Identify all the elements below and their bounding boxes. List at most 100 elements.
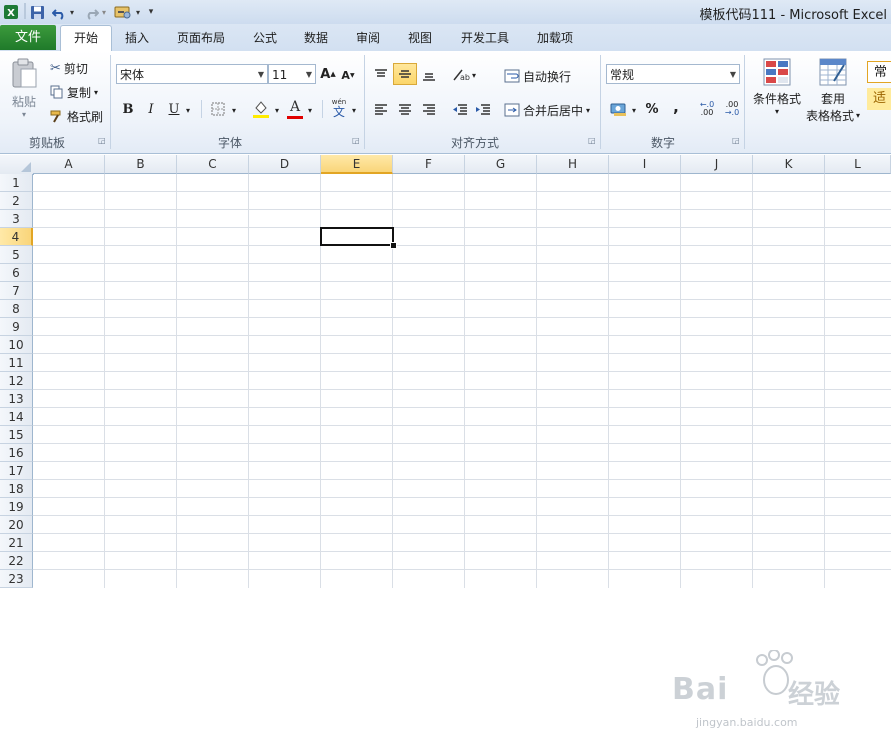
shrink-font-icon[interactable]: A ▼	[340, 66, 356, 84]
decrease-decimal-button[interactable]: .00 →.0	[721, 99, 743, 119]
excel-logo-icon[interactable]: X	[2, 3, 20, 21]
redo-icon[interactable]	[82, 3, 100, 21]
row-header-20[interactable]: 20	[0, 516, 33, 534]
number-format-dropdown-icon[interactable]: ▼	[730, 65, 736, 85]
italic-button[interactable]: I	[143, 100, 159, 118]
tab-view[interactable]: 视图	[398, 26, 442, 50]
font-name-dropdown-icon[interactable]: ▼	[258, 65, 264, 85]
column-header-i[interactable]: I	[609, 155, 681, 174]
font-color-button[interactable]: A	[286, 98, 304, 120]
row-header-21[interactable]: 21	[0, 534, 33, 552]
tab-page-layout[interactable]: 页面布局	[166, 26, 236, 50]
alignment-launcher-icon[interactable]: ◲	[588, 136, 597, 145]
phonetic-button[interactable]: wén 文	[328, 97, 350, 119]
fill-handle[interactable]	[390, 242, 397, 249]
tab-insert[interactable]: 插入	[114, 26, 160, 50]
number-launcher-icon[interactable]: ◲	[732, 136, 741, 145]
bold-button[interactable]: B	[120, 100, 136, 118]
align-center-icon[interactable]	[395, 100, 415, 120]
customize-qa-icon[interactable]: ▾	[146, 3, 156, 21]
row-header-16[interactable]: 16	[0, 444, 33, 462]
borders-dropdown-icon[interactable]: ▾	[229, 102, 239, 118]
font-launcher-icon[interactable]: ◲	[352, 136, 361, 145]
tab-addins[interactable]: 加载项	[528, 26, 582, 50]
align-top-icon[interactable]	[371, 65, 391, 85]
active-cell-e4[interactable]	[320, 227, 394, 246]
orientation-icon[interactable]: ab	[450, 65, 472, 85]
row-header-11[interactable]: 11	[0, 354, 33, 372]
column-header-d[interactable]: D	[249, 155, 321, 174]
row-header-1[interactable]: 1	[0, 174, 33, 192]
increase-decimal-button[interactable]: ←.0 .00	[696, 99, 718, 119]
align-right-icon[interactable]	[419, 100, 439, 120]
undo-dropdown-icon[interactable]: ▾	[68, 3, 76, 21]
copy-button[interactable]: 复制 ▾	[50, 83, 98, 101]
column-header-e[interactable]: E	[321, 155, 393, 174]
cut-button[interactable]: ✂ 剪切	[50, 59, 88, 77]
number-format-combo[interactable]: 常规 ▼	[606, 64, 740, 84]
row-header-23[interactable]: 23	[0, 570, 33, 588]
accounting-dropdown-icon[interactable]: ▾	[629, 102, 639, 118]
conditional-format-button[interactable]: 条件格式 ▾	[750, 57, 804, 127]
paste-button[interactable]: 粘贴 ▾	[6, 57, 42, 119]
clipboard-launcher-icon[interactable]: ◲	[98, 136, 107, 145]
wrap-text-button[interactable]: 自动换行	[504, 66, 571, 86]
tab-file[interactable]: 文件	[0, 25, 56, 50]
worksheet-grid[interactable]: A B C D E F G H I J K L 1 2 3 4 5 6 7 8 …	[0, 155, 891, 729]
column-header-c[interactable]: C	[177, 155, 249, 174]
select-all-corner[interactable]	[0, 155, 34, 175]
row-header-19[interactable]: 19	[0, 498, 33, 516]
row-header-7[interactable]: 7	[0, 282, 33, 300]
fill-color-icon[interactable]	[250, 98, 272, 120]
merge-dropdown-icon[interactable]: ▾	[586, 106, 590, 115]
font-name-combo[interactable]: 宋体 ▼	[116, 64, 268, 84]
format-as-table-button[interactable]: 套用 表格格式 ▾	[802, 57, 864, 127]
row-header-8[interactable]: 8	[0, 300, 33, 318]
decrease-indent-icon[interactable]	[450, 100, 470, 120]
column-header-g[interactable]: G	[465, 155, 537, 174]
row-header-2[interactable]: 2	[0, 192, 33, 210]
phonetic-dropdown-icon[interactable]: ▾	[349, 102, 359, 118]
row-header-12[interactable]: 12	[0, 372, 33, 390]
grow-font-icon[interactable]: A ▲	[320, 64, 336, 84]
align-bottom-icon[interactable]	[419, 65, 439, 85]
tab-data[interactable]: 数据	[294, 26, 338, 50]
column-header-b[interactable]: B	[105, 155, 177, 174]
tab-review[interactable]: 审阅	[346, 26, 390, 50]
save-icon[interactable]	[28, 3, 46, 21]
column-header-h[interactable]: H	[537, 155, 609, 174]
align-left-icon[interactable]	[371, 100, 391, 120]
font-color-dropdown-icon[interactable]: ▾	[305, 102, 315, 118]
column-header-l[interactable]: L	[825, 155, 891, 174]
percent-button[interactable]: %	[642, 99, 662, 119]
column-header-a[interactable]: A	[33, 155, 105, 174]
accounting-format-icon[interactable]	[608, 99, 630, 119]
comma-button[interactable]: ,	[666, 97, 686, 117]
tab-home[interactable]: 开始	[60, 25, 112, 51]
underline-button[interactable]: U	[166, 100, 182, 118]
underline-dropdown-icon[interactable]: ▾	[183, 102, 193, 118]
row-header-5[interactable]: 5	[0, 246, 33, 264]
borders-icon[interactable]	[208, 100, 228, 118]
format-painter-button[interactable]: 格式刷	[50, 107, 103, 125]
column-header-k[interactable]: K	[753, 155, 825, 174]
custom-tools-icon[interactable]	[112, 3, 134, 21]
cell-style-normal[interactable]: 常	[867, 61, 891, 83]
font-size-combo[interactable]: 11 ▼	[268, 64, 316, 84]
undo-icon[interactable]	[50, 3, 68, 21]
row-header-15[interactable]: 15	[0, 426, 33, 444]
row-header-10[interactable]: 10	[0, 336, 33, 354]
align-middle-icon[interactable]	[393, 63, 417, 85]
tab-formulas[interactable]: 公式	[243, 26, 287, 50]
row-header-4[interactable]: 4	[0, 228, 33, 246]
row-header-18[interactable]: 18	[0, 480, 33, 498]
column-header-f[interactable]: F	[393, 155, 465, 174]
fill-color-dropdown-icon[interactable]: ▾	[272, 102, 282, 118]
redo-dropdown-icon[interactable]: ▾	[100, 3, 108, 21]
row-header-3[interactable]: 3	[0, 210, 33, 228]
orientation-dropdown-icon[interactable]: ▾	[470, 68, 478, 82]
row-header-9[interactable]: 9	[0, 318, 33, 336]
custom-tools-dropdown-icon[interactable]: ▾	[134, 3, 142, 21]
row-header-14[interactable]: 14	[0, 408, 33, 426]
row-header-22[interactable]: 22	[0, 552, 33, 570]
